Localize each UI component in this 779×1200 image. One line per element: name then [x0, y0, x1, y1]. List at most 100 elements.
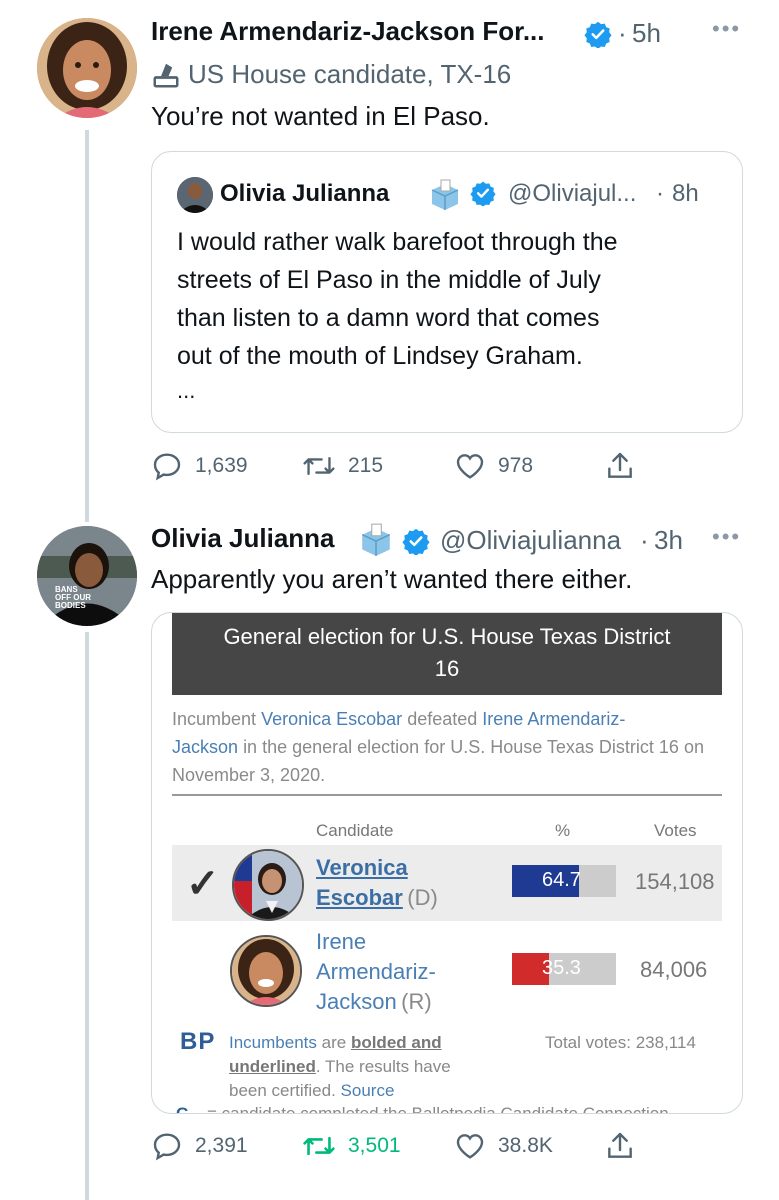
retweet-count: 3,501: [348, 1134, 401, 1157]
summary-incumbent-word: Incumbent: [172, 709, 257, 729]
ballotpedia-results-image[interactable]: General election for U.S. House Texas Di…: [151, 612, 743, 1114]
retweet-icon: [303, 456, 335, 476]
retweet-icon: [303, 1136, 335, 1156]
avatar-shirt-text: BANS OFF OUR BODIES: [55, 586, 91, 610]
ballot-box-emoji-icon: [358, 522, 394, 563]
reply-count: 1,639: [195, 454, 248, 477]
footer-rest2: been certified.: [229, 1081, 336, 1100]
tweet1-author[interactable]: Irene Armendariz-Jackson For...: [151, 16, 545, 47]
loser-name[interactable]: Irene Armendariz- Jackson (R): [316, 927, 436, 1020]
winner-name[interactable]: Veronica Escobar (D): [316, 853, 438, 916]
verified-badge-icon: [402, 527, 430, 560]
like-count: 38.8K: [498, 1134, 553, 1157]
tweet1-time[interactable]: 5h: [632, 18, 661, 49]
footer-bolded: bolded and: [350, 1033, 442, 1052]
tweet1-label: US House candidate, TX-16: [188, 59, 512, 89]
winner-check-icon: ✓: [186, 862, 220, 906]
retweet-button[interactable]: 215: [302, 450, 383, 482]
reply-button[interactable]: 2,391: [151, 1130, 248, 1162]
share-button[interactable]: [604, 450, 636, 482]
footer-rest1: . The results have: [315, 1057, 451, 1076]
like-button[interactable]: 978: [454, 450, 533, 482]
quote-author[interactable]: Olivia Julianna: [220, 180, 389, 208]
reply-button[interactable]: 1,639: [151, 450, 248, 482]
quote-line-4: out of the mouth of Lindsey Graham.: [177, 342, 583, 370]
tweet1-dot: ·: [618, 18, 627, 48]
quote-line-3: than listen to a damn word that comes: [177, 304, 600, 332]
avatar-irene[interactable]: [37, 18, 137, 118]
quote-verified-badge-icon: [470, 180, 496, 211]
share-icon: [608, 1132, 632, 1158]
results-title-line-2: 16: [434, 656, 460, 681]
tweet2-time[interactable]: 3h: [654, 525, 683, 556]
avatar-escobar: [232, 849, 304, 921]
quote-time[interactable]: 8h: [672, 180, 699, 208]
loser-pct-bar: 35.3: [512, 953, 616, 985]
more-options-icon[interactable]: •••: [712, 524, 741, 550]
results-summary: Incumbent Veronica Escobar defeated Iren…: [172, 705, 727, 789]
quote-ellipsis: ...: [177, 378, 196, 403]
quoted-tweet-card[interactable]: Olivia Julianna @Oliviajul... · 8h I wou…: [151, 151, 743, 433]
total-votes: Total votes: 238,114: [545, 1033, 696, 1052]
winner-pct-bar: 64.7: [512, 865, 616, 897]
retweet-count: 215: [348, 454, 384, 477]
reply-icon: [153, 453, 181, 481]
summary-winner-link[interactable]: Veronica Escobar: [261, 709, 402, 729]
avatar-olivia-small: [177, 177, 213, 213]
loser-votes: 84,006: [640, 957, 708, 982]
loser-name-line-3: Jackson: [316, 989, 397, 1014]
ballotpedia-logo: BP: [180, 1028, 216, 1055]
avatar-olivia[interactable]: BANS OFF OUR BODIES: [37, 526, 137, 626]
verified-badge-icon: [584, 20, 612, 53]
share-button[interactable]: [604, 1130, 636, 1162]
footer-are: are: [321, 1033, 347, 1052]
heart-icon: [456, 454, 484, 479]
quote-line-2: streets of El Paso in the middle of July: [177, 266, 601, 294]
ballot-box-emoji-icon: [428, 178, 462, 217]
more-options-icon[interactable]: •••: [712, 16, 741, 42]
share-icon: [608, 452, 632, 478]
heart-icon: [456, 1134, 484, 1159]
candidate-connection-icon: C: [176, 1104, 189, 1114]
ballot-box-icon: [151, 60, 181, 95]
summary-loser-link-a[interactable]: Irene Armendariz-: [482, 709, 625, 729]
thread-line-bottom: [85, 632, 89, 1200]
summary-loser-link-b[interactable]: Jackson: [172, 737, 238, 757]
footer-incumbents-link[interactable]: Incumbents: [229, 1033, 317, 1052]
col-candidate: Candidate: [316, 821, 394, 840]
winner-name-line-1: Veronica: [316, 855, 408, 880]
quote-handle[interactable]: @Oliviajul...: [508, 180, 636, 208]
footer-note: Incumbents are bolded and underlined. Th…: [229, 1031, 451, 1103]
shirt-text-3: BODIES: [55, 601, 86, 610]
loser-name-line-2: Armendariz-: [316, 959, 436, 984]
results-title-line-1: General election for U.S. House Texas Di…: [223, 624, 671, 649]
footer-cut-text: = candidate completed the Ballotpedia Ca…: [207, 1104, 669, 1114]
divider: [172, 794, 722, 796]
avatar-armendariz: [230, 935, 302, 1007]
winner-party: (D): [407, 885, 438, 910]
reply-count: 2,391: [195, 1134, 248, 1157]
footer-cut-line: C = candidate completed the Ballotpedia …: [176, 1102, 669, 1114]
tweet2-author[interactable]: Olivia Julianna: [151, 523, 335, 554]
footer-source-link[interactable]: Source: [341, 1081, 395, 1100]
winner-votes: 154,108: [635, 869, 715, 894]
summary-defeated: defeated: [407, 709, 478, 729]
winner-pct-label: 64.7: [542, 869, 581, 891]
tweet1-text: You’re not wanted in El Paso.: [151, 101, 490, 131]
reply-icon: [153, 1133, 181, 1161]
col-pct: %: [555, 821, 571, 840]
tweet2-dot: ·: [640, 525, 649, 555]
col-votes: Votes: [654, 821, 697, 840]
retweet-button[interactable]: 3,501: [302, 1130, 401, 1162]
thread-line-top: [85, 130, 89, 522]
footer-underlined: underlined: [229, 1057, 316, 1076]
quote-line-1: I would rather walk barefoot through the: [177, 228, 618, 256]
results-title: General election for U.S. House Texas Di…: [172, 613, 722, 695]
tweet2-text: Apparently you aren’t wanted there eithe…: [151, 564, 633, 594]
like-button[interactable]: 38.8K: [454, 1130, 553, 1162]
loser-party: (R): [401, 989, 432, 1014]
tweet2-handle[interactable]: @Oliviajulianna: [440, 525, 621, 556]
like-count: 978: [498, 454, 534, 477]
loser-name-line-1: Irene: [316, 929, 367, 954]
loser-pct-label: 35.3: [542, 957, 581, 979]
